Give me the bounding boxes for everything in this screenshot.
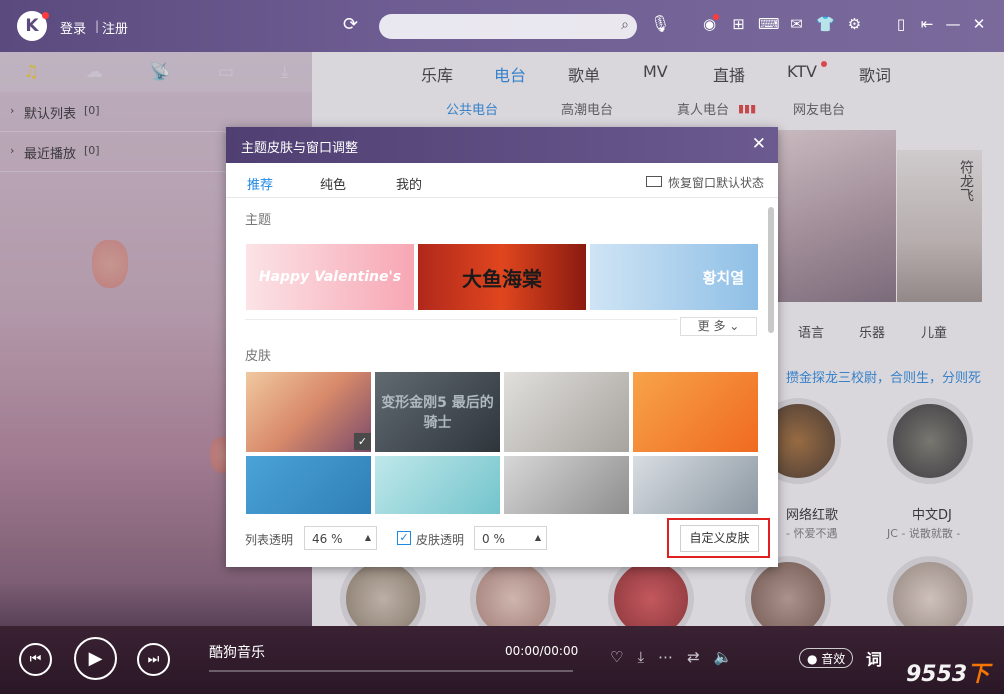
skin-dialog: 主题皮肤与窗口调整 ✕ 推荐 纯色 我的 恢复窗口默认状态 主题 Happy V… bbox=[226, 127, 778, 567]
mail-icon[interactable]: ✉ bbox=[787, 15, 806, 33]
window-controls: ▯ ⇤ — ✕ bbox=[893, 15, 987, 33]
list-alpha-label: 列表透明 bbox=[245, 533, 294, 547]
checkmark-icon: ✓ bbox=[354, 433, 371, 450]
notification-dot bbox=[42, 12, 49, 19]
play-icon[interactable]: ▶ bbox=[74, 637, 117, 680]
custom-skin-button[interactable]: 自定义皮肤 bbox=[680, 525, 759, 552]
close-icon[interactable]: ✕ bbox=[971, 15, 987, 33]
scrollbar[interactable] bbox=[768, 207, 774, 333]
kugou-window: K 登录 | 注册 ⟳ ⌕ 🎙 ◉ ⊞ ⌨ ✉ 👕 ⚙ ▯ ⇤ — ✕ ♫ ☁ bbox=[0, 0, 1004, 694]
apps-icon[interactable]: ⊞ bbox=[729, 15, 748, 33]
skin-thumbnail[interactable] bbox=[633, 372, 758, 452]
skin-alpha-label: 皮肤透明 bbox=[416, 533, 465, 547]
close-icon[interactable]: ✕ bbox=[752, 134, 766, 154]
theme-thumbnail[interactable]: 황치열 bbox=[590, 244, 758, 310]
divider bbox=[245, 319, 678, 320]
skin-thumbnail[interactable] bbox=[246, 456, 371, 514]
tab-recommended[interactable]: 推荐 bbox=[247, 174, 273, 193]
watermark-logo: 9553下载 bbox=[906, 656, 1004, 694]
player-bar: ⏮ ▶ ⏭ 酷狗音乐 00:00/00:00 ♡ ⤓ ⋯ ⇄ 🔈 ● 音效 词 … bbox=[0, 626, 1004, 694]
search-input[interactable]: ⌕ bbox=[379, 14, 637, 39]
player-tools: ♡ ⤓ ⋯ ⇄ 🔈 bbox=[610, 648, 732, 666]
skin-thumbnail[interactable] bbox=[375, 456, 500, 514]
tab-mine[interactable]: 我的 bbox=[396, 174, 422, 193]
skin-thumbnail[interactable] bbox=[504, 372, 629, 452]
theme-caption: Happy Valentine's bbox=[258, 269, 402, 285]
song-title: 酷狗音乐 bbox=[209, 645, 265, 661]
skin-thumbnail[interactable] bbox=[504, 456, 629, 514]
theme-caption: 大鱼海棠 bbox=[462, 266, 542, 291]
record-dot bbox=[713, 14, 719, 20]
theme-caption: 황치열 bbox=[702, 268, 744, 287]
volume-icon[interactable]: 🔈 bbox=[714, 648, 733, 666]
skin-thumbnail[interactable] bbox=[633, 456, 758, 514]
tab-solid-color[interactable]: 纯色 bbox=[320, 174, 346, 193]
list-alpha-stepper[interactable]: 46 % ▲ bbox=[304, 526, 377, 550]
window-icon bbox=[646, 176, 662, 187]
login-separator: | bbox=[95, 19, 100, 33]
sound-effect-label: 音效 bbox=[821, 652, 846, 666]
theme-thumbnail[interactable]: 大鱼海棠 bbox=[418, 244, 586, 310]
mini-mode-icon[interactable]: ▯ bbox=[893, 15, 909, 33]
more-icon[interactable]: ⋯ bbox=[658, 648, 673, 666]
skin-caption: 变形金刚5 最后的骑士 bbox=[381, 395, 494, 431]
up-arrow-icon[interactable]: ▲ bbox=[535, 533, 541, 542]
dialog-title: 主题皮肤与窗口调整 bbox=[241, 141, 359, 156]
play-time: 00:00/00:00 bbox=[505, 644, 579, 658]
collapse-icon[interactable]: ⇤ bbox=[919, 15, 935, 33]
list-alpha-value: 46 % bbox=[312, 532, 343, 546]
title-toolbar: ◉ ⊞ ⌨ ✉ 👕 ⚙ bbox=[700, 15, 864, 33]
gamepad-icon[interactable]: ⌨ bbox=[758, 15, 780, 33]
refresh-icon[interactable]: ⟳ bbox=[343, 14, 358, 35]
register-link[interactable]: 注册 bbox=[102, 18, 128, 37]
dialog-header: 主题皮肤与窗口调整 ✕ bbox=[226, 127, 778, 163]
more-label: 更 多 bbox=[697, 319, 726, 333]
next-icon[interactable]: ⏭ bbox=[137, 643, 170, 676]
download-icon[interactable]: ⤓ bbox=[637, 648, 644, 666]
skin-alpha-checkbox[interactable]: ✓ bbox=[397, 531, 411, 545]
previous-icon[interactable]: ⏮ bbox=[19, 643, 52, 676]
login-link[interactable]: 登录 bbox=[60, 18, 86, 37]
search-icon[interactable]: ⌕ bbox=[621, 17, 629, 33]
favorite-icon[interactable]: ♡ bbox=[610, 648, 623, 666]
restore-default-link[interactable]: 恢复窗口默认状态 bbox=[668, 174, 764, 191]
section-label: 皮肤 bbox=[245, 349, 272, 364]
up-arrow-icon[interactable]: ▲ bbox=[365, 533, 371, 542]
repeat-icon[interactable]: ⇄ bbox=[687, 648, 700, 666]
microphone-icon[interactable]: 🎙 bbox=[650, 14, 670, 33]
minimize-icon[interactable]: — bbox=[945, 15, 961, 33]
sound-effect-button[interactable]: ● 音效 bbox=[799, 648, 854, 668]
progress-bar[interactable] bbox=[209, 670, 573, 672]
tab-divider bbox=[226, 197, 778, 198]
skin-icon[interactable]: 👕 bbox=[816, 15, 835, 33]
options-bar: 列表透明 46 % ▲ ✓ 皮肤透明 0 % ▲ 自定义皮肤 bbox=[226, 513, 778, 567]
watermark-number: 9553 bbox=[906, 662, 968, 687]
more-button[interactable]: 更 多 ⌄ bbox=[680, 317, 757, 336]
skin-alpha-value: 0 % bbox=[482, 532, 505, 546]
skin-alpha-stepper[interactable]: 0 % ▲ bbox=[474, 526, 547, 550]
section-label: 主题 bbox=[245, 213, 272, 228]
skin-thumbnail[interactable] bbox=[246, 372, 371, 452]
theme-thumbnail[interactable]: Happy Valentine's bbox=[246, 244, 414, 310]
title-bar: K 登录 | 注册 ⟳ ⌕ 🎙 ◉ ⊞ ⌨ ✉ 👕 ⚙ ▯ ⇤ — ✕ bbox=[0, 0, 1004, 52]
skin-thumbnail[interactable]: 变形金刚5 最后的骑士 bbox=[375, 372, 500, 452]
lyrics-button[interactable]: 词 bbox=[866, 646, 882, 670]
settings-icon[interactable]: ⚙ bbox=[845, 15, 864, 33]
